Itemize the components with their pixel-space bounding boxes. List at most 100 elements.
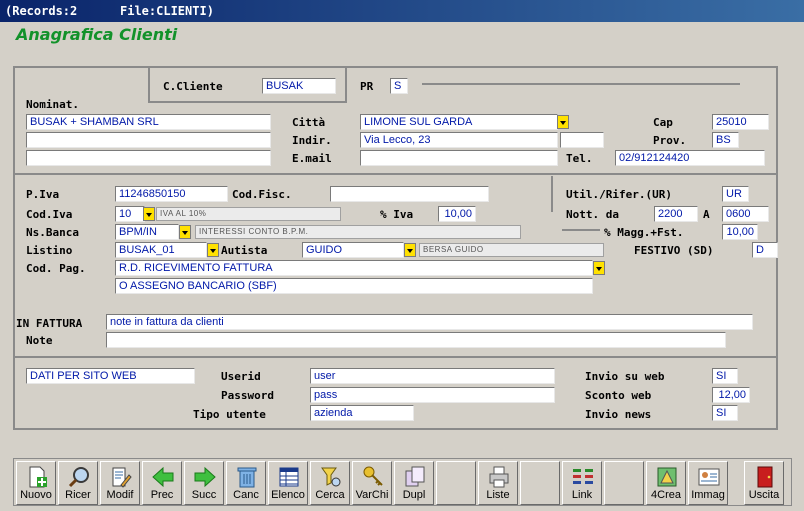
nott-a-label: A [703, 208, 710, 221]
cerca-button[interactable]: Cerca [310, 461, 350, 505]
indir-label: Indir. [292, 134, 332, 147]
perc-magg-field[interactable]: 10,00 [722, 224, 758, 240]
c-cliente-label: C.Cliente [163, 80, 223, 93]
create-icon [657, 467, 677, 487]
pr-field[interactable]: S [390, 78, 408, 94]
nominat-field-1[interactable]: BUSAK + SHAMBAN SRL [26, 114, 271, 130]
tipo-utente-field[interactable]: azienda [310, 405, 414, 421]
cod-iva-description: IVA AL 10% [156, 207, 341, 221]
festivo-field[interactable]: D [752, 242, 778, 258]
cod-fisc-field[interactable] [330, 186, 489, 202]
window-title-bar: (Records:2 File:CLIENTI) [0, 0, 804, 22]
elenco-button[interactable]: Elenco [268, 461, 308, 505]
toolbar: Nuovo Ricer Modif Prec Succ Canc Elenco … [13, 458, 792, 506]
link-button[interactable]: Link [562, 461, 602, 505]
cod-pag-label: Cod. Pag. [26, 262, 86, 275]
prov-label: Prov. [653, 134, 687, 147]
in-fattura-label: IN FATTURA [16, 317, 83, 330]
listino-field[interactable]: BUSAK_01 [115, 242, 207, 258]
keys-icon [363, 466, 383, 486]
tipo-utente-label: Tipo utente [193, 408, 266, 421]
nuovo-button[interactable]: Nuovo [16, 461, 56, 505]
ricer-button[interactable]: Ricer [58, 461, 98, 505]
invio-news-label: Invio news [585, 408, 652, 421]
search-filter-icon [321, 467, 341, 487]
prec-button[interactable]: Prec [142, 461, 182, 505]
dupl-button[interactable]: Dupl [394, 461, 434, 505]
citta-field[interactable]: LIMONE SUL GARDA [360, 114, 558, 130]
cod-iva-dropdown-button[interactable] [143, 207, 155, 221]
ns-banca-field[interactable]: BPM/IN [115, 224, 179, 240]
ns-banca-dropdown-button[interactable] [179, 225, 191, 239]
citta-dropdown-button[interactable] [557, 115, 569, 129]
util-rifer-field[interactable]: UR [722, 186, 749, 202]
empty-button-1[interactable] [436, 461, 476, 505]
invio-news-field[interactable]: SI [712, 405, 738, 421]
cod-iva-field[interactable]: 10 [115, 206, 145, 222]
empty-button-2[interactable] [520, 461, 560, 505]
indir-field[interactable]: Via Lecco, 23 [360, 132, 558, 148]
arrow-left-icon [152, 466, 174, 488]
listino-dropdown-button[interactable] [207, 243, 219, 257]
note-field[interactable] [106, 332, 726, 348]
in-fattura-field[interactable]: note in fattura da clienti [106, 314, 753, 330]
invio-web-label: Invio su web [585, 370, 665, 383]
modif-button[interactable]: Modif [100, 461, 140, 505]
cod-pag-field-2[interactable]: O ASSEGNO BANCARIO (SBF) [115, 278, 593, 294]
c-cliente-field[interactable]: BUSAK [262, 78, 336, 94]
nott-a-field[interactable]: 0600 [722, 206, 769, 222]
tel-label: Tel. [566, 152, 593, 165]
email-label: E.mail [292, 152, 332, 165]
edit-doc-icon [112, 467, 132, 488]
cod-pag-dropdown-button[interactable] [593, 261, 605, 275]
perc-iva-field[interactable]: 10,00 [438, 206, 476, 222]
nominat-label: Nominat. [26, 98, 79, 111]
nott-da-field[interactable]: 2200 [654, 206, 698, 222]
nott-da-label: Nott. da [566, 208, 619, 221]
indir-field-2[interactable] [560, 132, 604, 148]
tel-field[interactable]: 02/912124420 [615, 150, 765, 166]
separator [422, 83, 740, 85]
userid-label: Userid [221, 370, 261, 383]
magnifier-icon [68, 467, 89, 488]
autista-description: BERSA GUIDO [419, 243, 604, 257]
crea-button[interactable]: 4Crea [646, 461, 686, 505]
listino-label: Listino [26, 244, 73, 257]
sconto-web-field[interactable]: 12,00 [712, 387, 750, 403]
citta-label: Città [292, 116, 326, 129]
cod-fisc-label: Cod.Fisc. [232, 188, 292, 201]
varchi-button[interactable]: VarChi [352, 461, 392, 505]
p-iva-field[interactable]: 11246850150 [115, 186, 228, 202]
password-field[interactable]: pass [310, 387, 555, 403]
uscita-button[interactable]: Uscita [744, 461, 784, 505]
empty-button-3[interactable] [604, 461, 644, 505]
cap-field[interactable]: 25010 [712, 114, 769, 130]
email-field[interactable] [360, 150, 558, 166]
nominat-field-2[interactable] [26, 132, 271, 148]
util-rifer-label: Util./Rifer.(UR) [566, 188, 672, 201]
printer-icon [489, 466, 509, 488]
cod-pag-field[interactable]: R.D. RICEVIMENTO FATTURA [115, 260, 593, 276]
ns-banca-description: INTERESSI CONTO B.P.M. [195, 225, 521, 239]
list-icon [279, 467, 299, 487]
invio-web-field[interactable]: SI [712, 368, 738, 384]
dati-web-field[interactable]: DATI PER SITO WEB [26, 368, 195, 384]
pr-label: PR [360, 80, 374, 93]
new-doc-icon [29, 466, 47, 488]
succ-button[interactable]: Succ [184, 461, 224, 505]
nominat-field-3[interactable] [26, 150, 271, 166]
festivo-label: FESTIVO (SD) [634, 244, 714, 257]
sconto-web-label: Sconto web [585, 389, 652, 402]
records-count: (Records:2 [5, 4, 78, 18]
prov-field[interactable]: BS [712, 132, 739, 148]
autista-field[interactable]: GUIDO [302, 242, 404, 258]
liste-button[interactable]: Liste [478, 461, 518, 505]
duplicate-icon [405, 466, 425, 487]
userid-field[interactable]: user [310, 368, 555, 384]
perc-magg-label: % Magg.+Fst. [604, 226, 684, 239]
section-divider [15, 173, 776, 175]
immag-button[interactable]: Immag [688, 461, 728, 505]
canc-button[interactable]: Canc [226, 461, 266, 505]
autista-dropdown-button[interactable] [404, 243, 416, 257]
separator-short [562, 229, 600, 231]
